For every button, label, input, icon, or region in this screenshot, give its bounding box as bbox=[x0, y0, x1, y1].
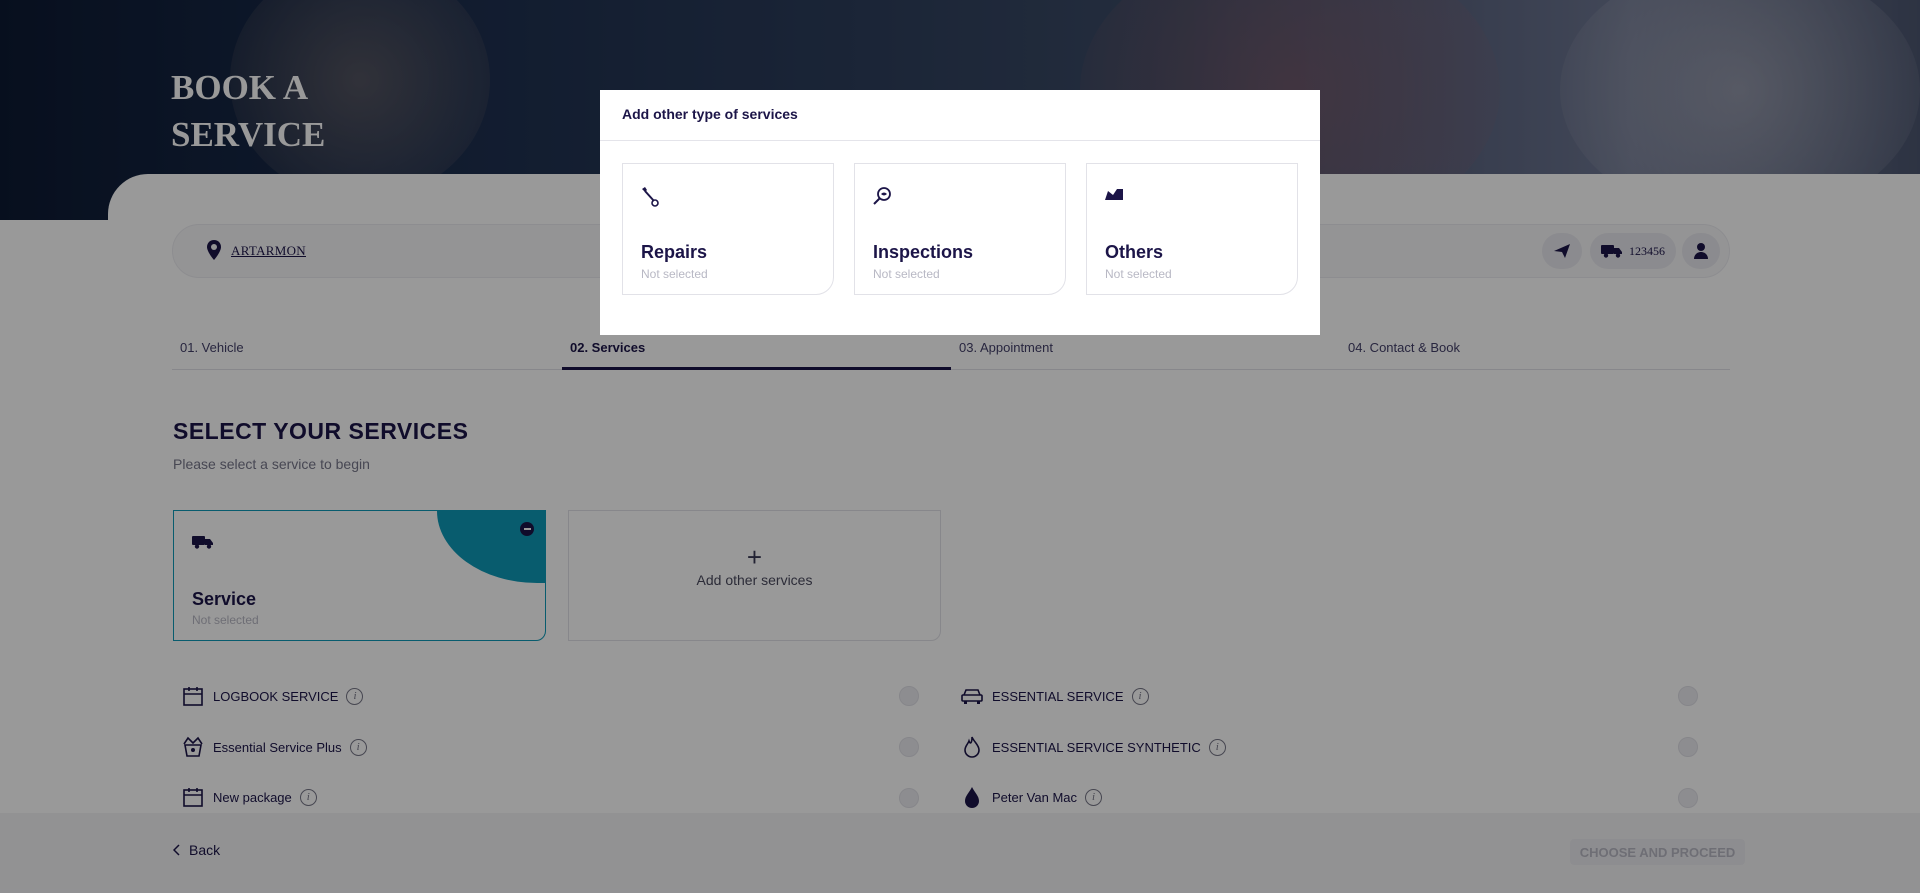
others-card[interactable]: Others Not selected bbox=[1086, 163, 1298, 295]
add-services-modal: Add other type of services Repairs Not s… bbox=[600, 90, 1320, 335]
repairs-card[interactable]: Repairs Not selected bbox=[622, 163, 834, 295]
inspections-status: Not selected bbox=[873, 267, 940, 281]
magnifier-icon bbox=[873, 187, 891, 205]
repairs-status: Not selected bbox=[641, 267, 708, 281]
repairs-title: Repairs bbox=[641, 242, 708, 262]
inspections-title: Inspections bbox=[873, 242, 974, 262]
modal-title: Add other type of services bbox=[600, 90, 1320, 141]
others-status: Not selected bbox=[1105, 267, 1172, 281]
others-title: Others bbox=[1105, 242, 1164, 262]
gauge-icon bbox=[1105, 189, 1123, 200]
wrench-icon bbox=[642, 187, 659, 207]
inspections-card[interactable]: Inspections Not selected bbox=[854, 163, 1066, 295]
